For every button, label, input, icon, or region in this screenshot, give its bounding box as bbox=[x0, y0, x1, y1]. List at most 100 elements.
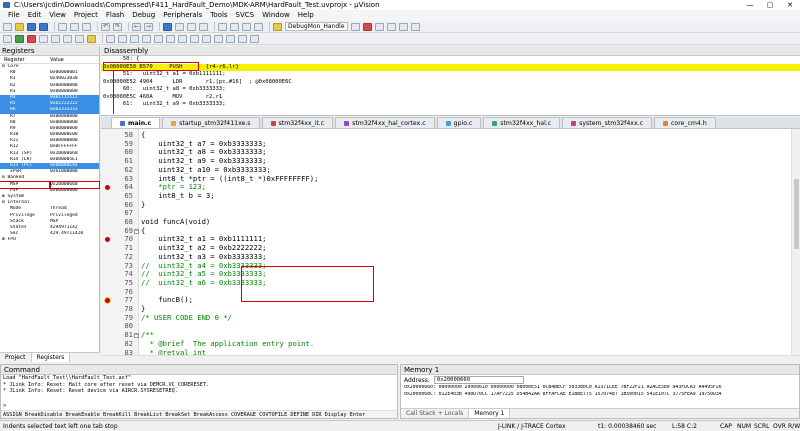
code-line: 68 void funcA(void) bbox=[101, 217, 791, 227]
maximize-button[interactable]: ▢ bbox=[760, 0, 780, 10]
stop-icon[interactable] bbox=[27, 34, 36, 43]
register-column-header[interactable]: Register bbox=[0, 56, 50, 63]
cut-icon[interactable] bbox=[58, 22, 67, 31]
clear-bookmarks-icon[interactable] bbox=[199, 22, 208, 31]
fold-toggle-icon[interactable]: − bbox=[134, 228, 139, 234]
call-stack-window-icon[interactable] bbox=[154, 34, 163, 43]
command-title: Command bbox=[1, 365, 397, 375]
scrollbar-thumb[interactable] bbox=[794, 179, 799, 249]
bookmark-icon[interactable] bbox=[163, 22, 172, 31]
tab-registers[interactable]: Registers bbox=[31, 353, 71, 362]
undo-icon[interactable]: ↶ bbox=[101, 22, 110, 31]
address-input[interactable]: 0x20000660 bbox=[433, 376, 524, 384]
reset-icon[interactable] bbox=[3, 34, 12, 43]
menu-svcs[interactable]: SVCS bbox=[232, 10, 259, 21]
toolbox-icon[interactable] bbox=[238, 34, 247, 43]
run-icon[interactable] bbox=[15, 34, 24, 43]
current-line-breakpoint-icon[interactable] bbox=[105, 298, 110, 304]
save-all-icon[interactable] bbox=[39, 22, 48, 31]
nav-back-icon[interactable]: ← bbox=[132, 22, 141, 31]
trace-window-icon[interactable] bbox=[214, 34, 223, 43]
settings-icon[interactable] bbox=[386, 22, 396, 31]
file-tab[interactable]: main.c bbox=[111, 117, 161, 128]
debug-session-icon[interactable] bbox=[362, 22, 372, 31]
tab-memory-1[interactable]: Memory 1 bbox=[469, 409, 511, 418]
file-tab[interactable]: gpio.c bbox=[436, 117, 482, 128]
symbols-window-icon[interactable] bbox=[130, 34, 139, 43]
menu-file[interactable]: File bbox=[4, 10, 24, 21]
file-tab[interactable]: stm32f4xx_it.c bbox=[261, 117, 334, 128]
menu-peripherals[interactable]: Peripherals bbox=[159, 10, 206, 21]
value-column-header[interactable]: Value bbox=[50, 56, 64, 63]
configure-icon[interactable] bbox=[410, 22, 420, 31]
menu-edit[interactable]: Edit bbox=[24, 10, 46, 21]
show-next-statement-icon[interactable] bbox=[87, 34, 96, 43]
code-editor[interactable]: 58{59 uint32_t a7 = 0xb3333333; 60 uint32… bbox=[101, 129, 791, 355]
registers-window-icon[interactable] bbox=[142, 34, 151, 43]
file-tab[interactable]: stm32f4xx_hal.c bbox=[483, 117, 561, 128]
breakpoint-icon[interactable] bbox=[105, 237, 110, 243]
menu-bar: File Edit View Project Flash Debug Perip… bbox=[0, 10, 800, 21]
breakpoint-icon[interactable] bbox=[105, 185, 110, 191]
register-row[interactable]: ⊞ FPU bbox=[0, 237, 99, 243]
memory-window-icon[interactable] bbox=[178, 34, 187, 43]
toolbar-separator bbox=[128, 22, 129, 31]
command-window-icon[interactable] bbox=[106, 34, 115, 43]
disassembly-window-icon[interactable] bbox=[118, 34, 127, 43]
save-icon[interactable] bbox=[27, 22, 36, 31]
editor-horizontal-scrollbar[interactable] bbox=[101, 355, 800, 362]
analysis-window-icon[interactable] bbox=[202, 34, 211, 43]
debug-settings-icon[interactable] bbox=[250, 34, 259, 43]
serial-window-icon[interactable] bbox=[190, 34, 199, 43]
watch-window-icon[interactable] bbox=[166, 34, 175, 43]
file-type-icon bbox=[445, 120, 451, 126]
disassembly-listing[interactable]: 50: {0x08000E50 B570 PUSH {r4-r6,lr} 51:… bbox=[101, 56, 800, 109]
uncomment-icon[interactable] bbox=[254, 22, 263, 31]
close-button[interactable]: ✕ bbox=[780, 0, 800, 10]
menu-window[interactable]: Window bbox=[258, 10, 294, 21]
command-input[interactable]: > bbox=[3, 403, 397, 409]
menu-tools[interactable]: Tools bbox=[206, 10, 231, 21]
menu-debug[interactable]: Debug bbox=[128, 10, 159, 21]
find-target-combo[interactable]: DebugMon_Handle bbox=[285, 22, 348, 31]
editor-vertical-scrollbar[interactable] bbox=[791, 129, 800, 355]
menu-view[interactable]: View bbox=[45, 10, 70, 21]
incremental-find-icon[interactable] bbox=[374, 22, 384, 31]
step-over-icon[interactable] bbox=[51, 34, 60, 43]
run-to-cursor-icon[interactable] bbox=[75, 34, 84, 43]
step-into-icon[interactable] bbox=[39, 34, 48, 43]
step-out-icon[interactable] bbox=[63, 34, 72, 43]
minimize-button[interactable]: — bbox=[740, 0, 760, 10]
redo-icon[interactable]: ↷ bbox=[113, 22, 122, 31]
menu-help[interactable]: Help bbox=[294, 10, 318, 21]
find-icon[interactable] bbox=[350, 22, 360, 31]
file-tab-label: system_stm32f4xx.c bbox=[579, 120, 643, 127]
register-value[interactable] bbox=[50, 237, 99, 243]
unindent-icon[interactable] bbox=[230, 22, 239, 31]
copy-icon[interactable] bbox=[70, 22, 79, 31]
memory-title: Memory 1 bbox=[401, 365, 799, 375]
find-in-files-icon[interactable] bbox=[273, 22, 282, 31]
next-bookmark-icon[interactable] bbox=[187, 22, 196, 31]
nav-forward-icon[interactable]: → bbox=[144, 22, 153, 31]
menu-flash[interactable]: Flash bbox=[102, 10, 128, 21]
paste-icon[interactable] bbox=[82, 22, 91, 31]
open-folder-icon[interactable] bbox=[15, 22, 24, 31]
dropdown-icon[interactable] bbox=[398, 22, 408, 31]
new-file-icon[interactable] bbox=[3, 22, 12, 31]
file-tab[interactable]: stm32f4xx_hal_cortex.c bbox=[335, 117, 435, 128]
system-viewer-icon[interactable] bbox=[226, 34, 235, 43]
file-tab[interactable]: system_stm32f4xx.c bbox=[562, 117, 652, 128]
comment-icon[interactable] bbox=[242, 22, 251, 31]
file-tab-label: main.c bbox=[128, 120, 152, 127]
tab-project[interactable]: Project bbox=[0, 353, 32, 362]
file-tab[interactable]: core_cm4.h bbox=[654, 117, 716, 128]
rw-indicator: R/W bbox=[788, 423, 800, 430]
file-tab[interactable]: startup_stm32f411xe.s bbox=[162, 117, 260, 128]
indent-icon[interactable] bbox=[218, 22, 227, 31]
prev-bookmark-icon[interactable] bbox=[175, 22, 184, 31]
fold-toggle-icon[interactable]: − bbox=[134, 333, 139, 339]
tab-call-stack-locals[interactable]: Call Stack + Locals bbox=[401, 409, 470, 418]
menu-project[interactable]: Project bbox=[70, 10, 102, 21]
cursor-position: L:58 C:2 bbox=[672, 423, 697, 430]
